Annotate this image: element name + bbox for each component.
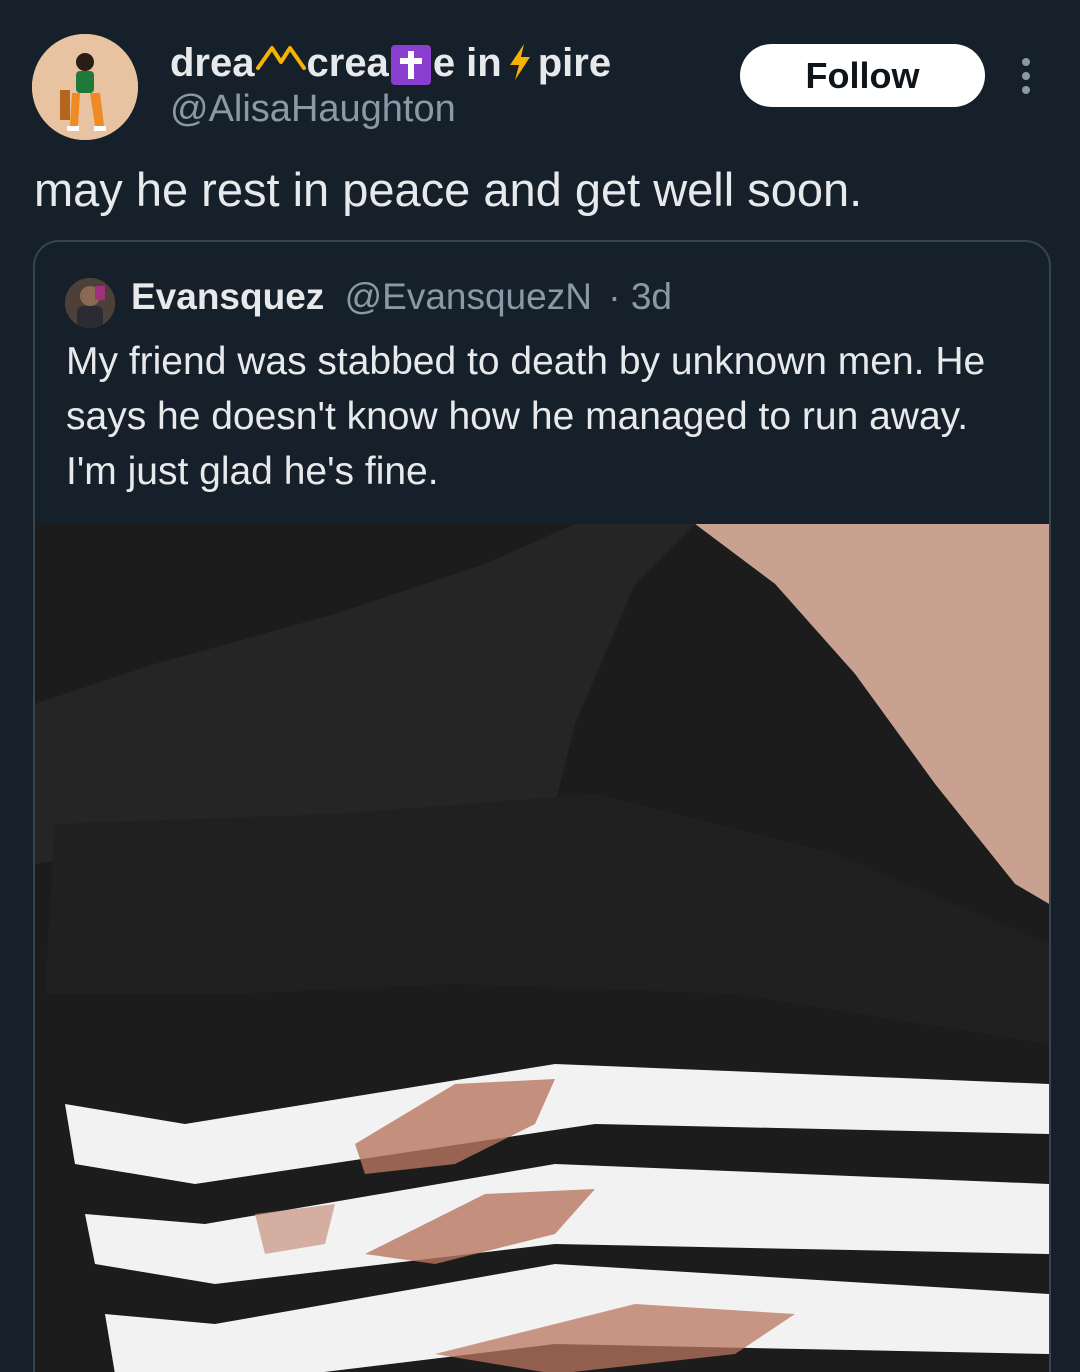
display-name-part: drea [170, 40, 255, 85]
quoted-header: Evansquez @EvansquezN · 3d [131, 276, 672, 318]
quoted-tweet[interactable]: Evansquez @EvansquezN · 3d My friend was… [33, 240, 1051, 1372]
display-name-part: pire [537, 40, 612, 85]
author-display-name[interactable]: drea crea e in pire [170, 38, 611, 88]
more-vertical-icon[interactable] [1012, 56, 1040, 96]
latin-cross-icon [390, 45, 431, 85]
tweet-text: may he rest in peace and get well soon. [34, 163, 863, 216]
quoted-author-avatar[interactable] [65, 278, 115, 328]
tweet: drea crea e in pire @AlisaHaughton Follo… [0, 0, 1080, 1372]
author-avatar[interactable] [32, 34, 138, 140]
display-name-part: e in [432, 40, 502, 85]
quoted-author-handle[interactable]: @EvansquezN [345, 276, 592, 317]
quoted-text: My friend was stabbed to death by unknow… [66, 340, 986, 493]
author-handle[interactable]: @AlisaHaughton [170, 88, 456, 131]
quoted-timestamp[interactable]: · 3d [608, 276, 672, 317]
crown-icon [255, 41, 307, 86]
follow-button[interactable]: Follow [740, 44, 985, 107]
quoted-media-image[interactable] [35, 524, 1049, 1372]
lightning-icon [506, 38, 534, 88]
display-name-part: crea [306, 40, 389, 85]
quoted-author-name[interactable]: Evansquez [131, 276, 324, 317]
